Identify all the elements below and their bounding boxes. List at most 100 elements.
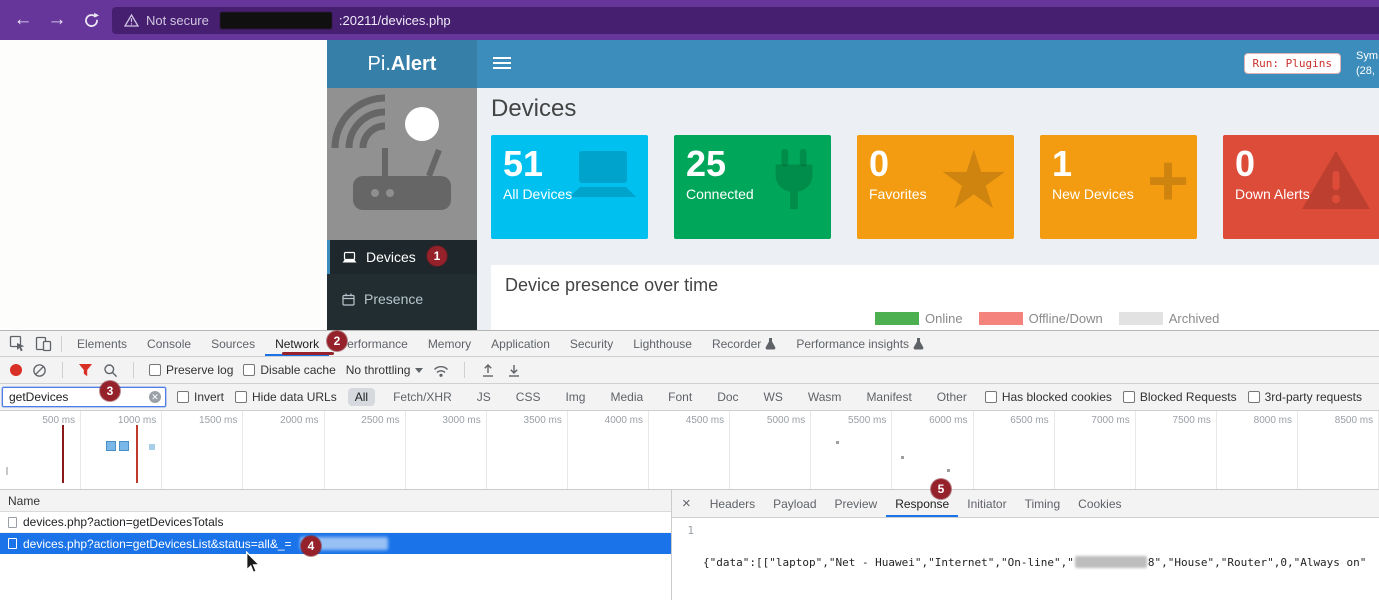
run-plugins-button[interactable]: Run: Plugins bbox=[1244, 53, 1341, 74]
checkbox[interactable] bbox=[243, 364, 255, 376]
request-row-get-devices-list[interactable]: devices.php?action=getDevicesList&status… bbox=[0, 533, 671, 554]
timeline-tick: 6000 ms bbox=[892, 411, 973, 489]
checkbox[interactable] bbox=[149, 364, 161, 376]
response-viewer[interactable]: 1 {"data":[["laptop","Net - Huawei","Int… bbox=[672, 518, 1379, 600]
filter-type-doc[interactable]: Doc bbox=[710, 388, 745, 406]
address-bar[interactable]: Not secure :20211/devices.php bbox=[112, 7, 1379, 34]
requests-table: Name devices.php?action=getDevicesTotals… bbox=[0, 490, 672, 600]
legend-item-archived: Archived bbox=[1119, 311, 1220, 326]
forward-icon[interactable]: → bbox=[40, 5, 74, 35]
pialert-app: Pi.Alert bbox=[327, 40, 1379, 330]
checkbox[interactable] bbox=[235, 391, 247, 403]
invert-checkbox[interactable]: Invert bbox=[177, 390, 224, 404]
hide-data-urls-checkbox[interactable]: Hide data URLs bbox=[235, 390, 337, 404]
back-icon[interactable]: ← bbox=[6, 5, 40, 35]
sidebar-item-label: Devices bbox=[366, 249, 416, 265]
page-title: Devices bbox=[491, 95, 576, 123]
divider bbox=[61, 336, 62, 352]
browser-toolbar: ← → Not secure :20211/devices.php bbox=[0, 0, 1379, 40]
app-navbar: Run: Plugins Sym (28, bbox=[477, 40, 1379, 88]
stat-card-connected[interactable]: 25 Connected bbox=[674, 135, 831, 239]
preserve-log-checkbox[interactable]: Preserve log bbox=[149, 363, 233, 377]
details-tabbar: × Headers Payload Preview Response Initi… bbox=[672, 490, 1379, 518]
router-icon bbox=[327, 88, 477, 240]
filter-type-manifest[interactable]: Manifest bbox=[859, 388, 918, 406]
response-text-before: {"data":[["laptop","Net - Huawei","Inter… bbox=[703, 556, 1074, 569]
sidebar: Pi.Alert bbox=[327, 40, 477, 330]
device-toolbar-icon[interactable] bbox=[30, 331, 56, 356]
navbar-right-line2: (28, bbox=[1356, 64, 1378, 79]
tab-headers[interactable]: Headers bbox=[701, 490, 764, 517]
divider bbox=[62, 362, 63, 378]
tab-elements[interactable]: Elements bbox=[67, 331, 137, 356]
checkbox[interactable] bbox=[1248, 391, 1260, 403]
sidebar-item-presence[interactable]: Presence bbox=[327, 282, 477, 316]
filter-type-fetch-xhr[interactable]: Fetch/XHR bbox=[386, 388, 459, 406]
sidebar-item-devices[interactable]: Devices bbox=[327, 240, 477, 274]
disable-cache-checkbox[interactable]: Disable cache bbox=[243, 363, 335, 377]
brand-suffix: Alert bbox=[391, 53, 437, 76]
clear-filter-icon[interactable]: ✕ bbox=[149, 391, 161, 403]
clear-icon[interactable] bbox=[32, 363, 47, 378]
requests-name-header[interactable]: Name bbox=[0, 490, 671, 512]
stat-card-new-devices[interactable]: 1 New Devices + bbox=[1040, 135, 1197, 239]
filter-type-media[interactable]: Media bbox=[603, 388, 650, 406]
filter-type-ws[interactable]: WS bbox=[757, 388, 790, 406]
tab-initiator[interactable]: Initiator bbox=[958, 490, 1015, 517]
filter-icon[interactable] bbox=[78, 363, 93, 377]
close-icon[interactable]: × bbox=[672, 495, 701, 512]
record-icon[interactable] bbox=[10, 364, 22, 376]
search-icon[interactable] bbox=[103, 363, 118, 378]
has-blocked-cookies-checkbox[interactable]: Has blocked cookies bbox=[985, 390, 1112, 404]
stat-card-all-devices[interactable]: 51 All Devices bbox=[491, 135, 648, 239]
stat-card-down-alerts[interactable]: 0 Down Alerts bbox=[1223, 135, 1379, 239]
reload-icon[interactable] bbox=[74, 5, 108, 35]
filter-type-js[interactable]: JS bbox=[470, 388, 498, 406]
tab-application[interactable]: Application bbox=[481, 331, 560, 356]
tab-cookies[interactable]: Cookies bbox=[1069, 490, 1130, 517]
request-name: devices.php?action=getDevicesList&status… bbox=[23, 537, 292, 551]
tab-payload[interactable]: Payload bbox=[764, 490, 825, 517]
tab-performance-insights[interactable]: Performance insights bbox=[786, 331, 934, 356]
filter-type-css[interactable]: CSS bbox=[509, 388, 548, 406]
network-overview-timeline[interactable]: 500 ms 1000 ms 1500 ms 2000 ms 2500 ms 3… bbox=[0, 411, 1379, 490]
tab-memory[interactable]: Memory bbox=[418, 331, 481, 356]
timeline-tick: 5000 ms bbox=[730, 411, 811, 489]
throttling-dropdown[interactable]: No throttling bbox=[346, 363, 424, 377]
checkbox[interactable] bbox=[985, 391, 997, 403]
checkbox[interactable] bbox=[1123, 391, 1135, 403]
filter-type-wasm[interactable]: Wasm bbox=[801, 388, 849, 406]
tab-lighthouse[interactable]: Lighthouse bbox=[623, 331, 702, 356]
timeline-tick: 3000 ms bbox=[406, 411, 487, 489]
tab-recorder[interactable]: Recorder bbox=[702, 331, 786, 356]
tab-console[interactable]: Console bbox=[137, 331, 201, 356]
legend-label: Archived bbox=[1169, 311, 1220, 326]
tab-sources[interactable]: Sources bbox=[201, 331, 265, 356]
tab-timing[interactable]: Timing bbox=[1016, 490, 1070, 517]
filter-type-all[interactable]: All bbox=[348, 388, 375, 406]
legend-swatch-archived bbox=[1119, 312, 1163, 325]
blocked-requests-checkbox[interactable]: Blocked Requests bbox=[1123, 390, 1237, 404]
navbar-right-line1: Sym bbox=[1356, 49, 1378, 64]
timeline-tick: 6500 ms bbox=[974, 411, 1055, 489]
checkbox[interactable] bbox=[177, 391, 189, 403]
stat-card-favorites[interactable]: 0 Favorites ★ bbox=[857, 135, 1014, 239]
tab-preview[interactable]: Preview bbox=[826, 490, 887, 517]
tab-security[interactable]: Security bbox=[560, 331, 623, 356]
response-line: {"data":[["laptop","Net - Huawei","Inter… bbox=[703, 524, 1366, 600]
menu-toggle-icon[interactable] bbox=[493, 57, 511, 72]
export-har-icon[interactable] bbox=[506, 363, 522, 378]
app-logo[interactable]: Pi.Alert bbox=[327, 40, 477, 88]
third-party-requests-checkbox[interactable]: 3rd-party requests bbox=[1248, 390, 1362, 404]
timeline-activity-mark bbox=[6, 467, 8, 475]
annotation-badge-4: 4 bbox=[301, 536, 321, 556]
filter-type-other[interactable]: Other bbox=[930, 388, 974, 406]
filter-input[interactable]: getDevices ✕ bbox=[2, 387, 166, 407]
request-row-get-devices-totals[interactable]: devices.php?action=getDevicesTotals bbox=[0, 512, 671, 533]
legend-item-online: Online bbox=[875, 311, 963, 326]
inspect-element-icon[interactable] bbox=[4, 331, 30, 356]
filter-type-img[interactable]: Img bbox=[558, 388, 592, 406]
network-conditions-icon[interactable] bbox=[433, 363, 449, 378]
filter-type-font[interactable]: Font bbox=[661, 388, 699, 406]
import-har-icon[interactable] bbox=[480, 363, 496, 378]
